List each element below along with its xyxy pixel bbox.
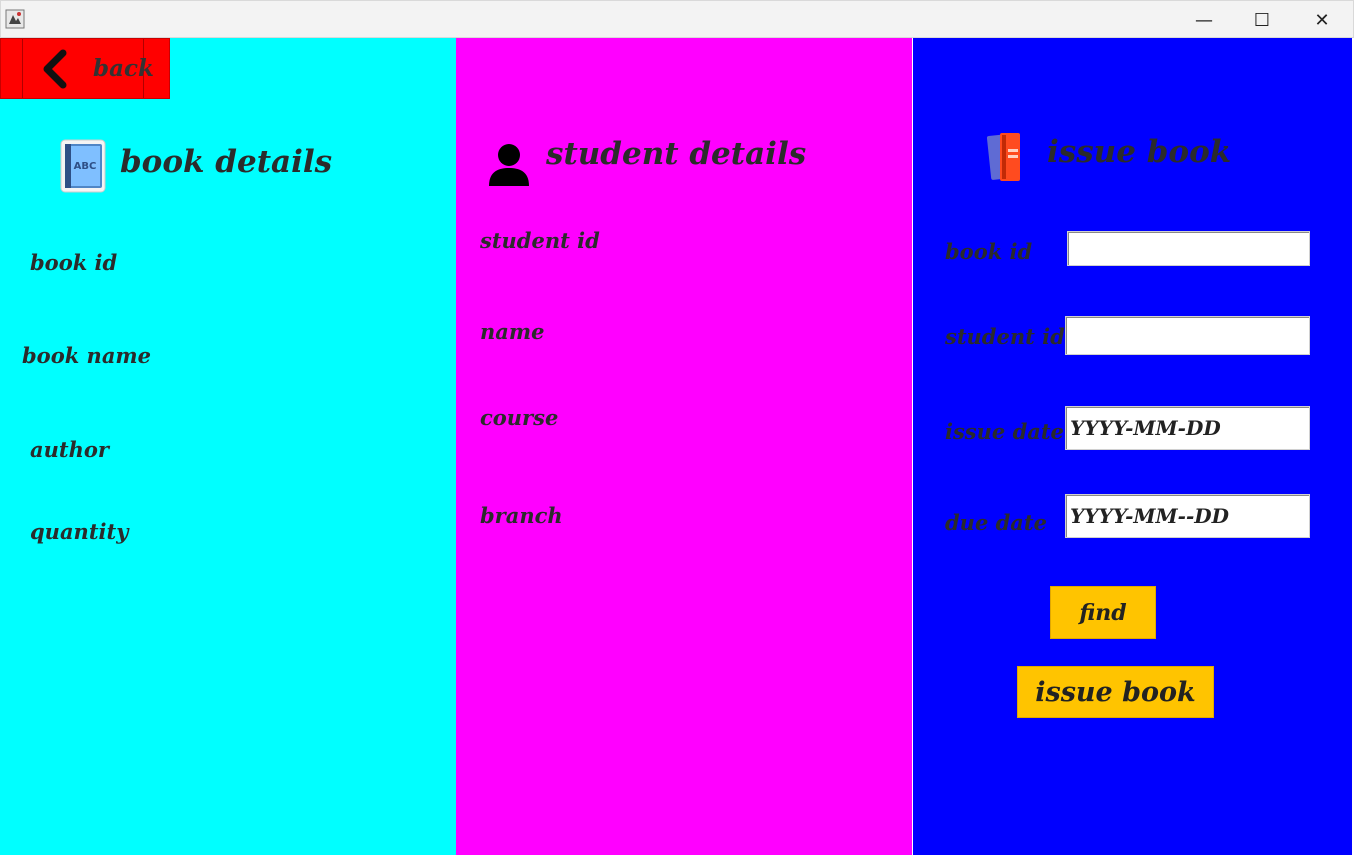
issue-date-label: issue date xyxy=(945,419,1064,444)
java-app-icon xyxy=(5,9,25,29)
book-id-label: book id xyxy=(30,250,118,275)
back-button-label: back xyxy=(93,55,154,82)
maximize-button[interactable]: ☐ xyxy=(1233,1,1291,39)
issue-book-button[interactable]: issue book xyxy=(1017,666,1214,718)
window-title-bar: — ☐ ✕ xyxy=(0,0,1354,38)
student-id-input[interactable] xyxy=(1065,316,1310,355)
course-label: course xyxy=(480,405,559,430)
book-details-heading: book details xyxy=(120,144,333,180)
student-details-heading: student details xyxy=(546,136,807,172)
back-button[interactable]: back xyxy=(0,38,170,99)
back-button-separator xyxy=(22,39,23,98)
books-icon xyxy=(986,133,1020,181)
book-name-label: book name xyxy=(22,343,152,368)
student-id-label: student id xyxy=(480,228,600,253)
user-icon xyxy=(489,144,529,186)
book-abc-icon: ABC xyxy=(60,139,106,193)
issue-book-id-label: book id xyxy=(945,239,1033,264)
close-button[interactable]: ✕ xyxy=(1293,1,1351,39)
book-id-input[interactable] xyxy=(1067,231,1310,266)
book-icon-text: ABC xyxy=(74,161,97,172)
issue-student-id-label: student id xyxy=(945,324,1065,349)
find-button[interactable]: find xyxy=(1050,586,1156,639)
student-name-label: name xyxy=(480,319,545,344)
issue-book-heading: issue book xyxy=(1047,134,1232,170)
chevron-left-icon xyxy=(43,49,67,89)
due-date-input[interactable] xyxy=(1065,494,1310,538)
issue-date-input[interactable] xyxy=(1065,406,1310,450)
minimize-button[interactable]: — xyxy=(1175,1,1233,39)
panel-divider xyxy=(912,38,913,855)
branch-label: branch xyxy=(480,503,563,528)
quantity-label: quantity xyxy=(30,519,129,544)
author-label: author xyxy=(30,437,109,462)
due-date-label: due date xyxy=(945,510,1047,535)
